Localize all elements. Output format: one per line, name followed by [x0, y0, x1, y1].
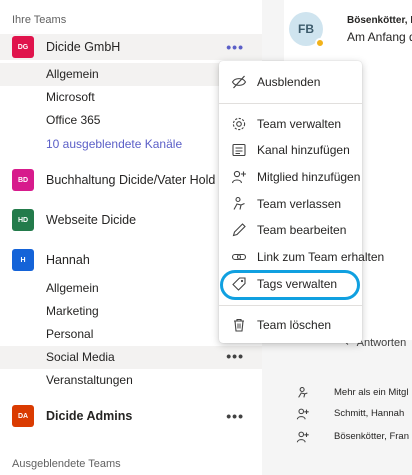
team-name: Buchhaltung Dicide/Vater Holdi... [46, 173, 216, 187]
channel-label: Social Media [46, 350, 115, 364]
pencil-icon [232, 223, 246, 237]
team-dicide-admins[interactable]: DA Dicide Admins ••• [0, 403, 262, 429]
link-icon [231, 253, 247, 261]
reply-label: Antworten [356, 337, 407, 349]
channel-label: Allgemein [46, 67, 99, 81]
team-name: Hannah [46, 253, 90, 267]
activity-item: Schmitt, Hannah [296, 405, 412, 425]
highlight-ring [220, 270, 360, 300]
team-context-menu: Ausblenden Team verwalten Kanal hinzufüg… [219, 61, 384, 343]
more-options-icon[interactable]: ••• [226, 348, 244, 364]
activity-item: Bösenkötter, Fran [296, 428, 412, 448]
menu-divider [219, 103, 362, 104]
menu-item-team-verwalten[interactable]: Team verwalten [219, 112, 362, 136]
eye-off-icon [231, 75, 247, 89]
add-channel-icon [232, 143, 246, 157]
menu-item-label: Link zum Team erhalten [257, 250, 385, 264]
channel-label: Allgemein [46, 281, 99, 295]
activity-text: Schmitt, Hannah [334, 408, 405, 419]
channel-label: Personal [46, 327, 94, 341]
channel-label: Veranstaltungen [46, 373, 133, 387]
more-options-icon[interactable]: ••• [226, 39, 244, 55]
status-badge [315, 38, 325, 48]
channel-label: Office 365 [46, 113, 101, 127]
gear-icon [232, 117, 246, 131]
menu-item-label: Kanal hinzufügen [257, 143, 350, 157]
menu-item-label: Team verwalten [257, 117, 342, 131]
team-name: Dicide GmbH [46, 40, 121, 54]
team-avatar: H [12, 249, 34, 271]
message-sender: Bösenkötter, F [347, 15, 412, 26]
hidden-teams-heading: Ausgeblendete Teams [12, 458, 121, 470]
team-avatar: BD [12, 169, 34, 191]
team-name: Dicide Admins [46, 409, 133, 423]
menu-item-label: Team löschen [257, 318, 332, 332]
menu-divider [219, 305, 362, 306]
add-person-icon [296, 408, 309, 420]
channel-label: Microsoft [46, 90, 95, 104]
leave-icon [233, 196, 245, 210]
menu-item-ausblenden[interactable]: Ausblenden [219, 70, 362, 94]
menu-item-label: Team verlassen [257, 197, 342, 211]
channel-social-media[interactable]: Social Media ••• [0, 346, 262, 369]
message-text: Am Anfang d [347, 30, 412, 44]
more-options-icon[interactable]: ••• [226, 408, 244, 424]
menu-item-link-erhalten[interactable]: Link zum Team erhalten [219, 245, 384, 269]
menu-item-kanal-hinzufuegen[interactable]: Kanal hinzufügen [219, 138, 362, 162]
trash-icon [234, 318, 244, 332]
channel-veranstaltungen[interactable]: Veranstaltungen [0, 369, 262, 392]
menu-item-team-bearbeiten[interactable]: Team bearbeiten [219, 218, 362, 242]
team-avatar: DG [12, 36, 34, 58]
menu-item-mitglied-hinzufuegen[interactable]: Mitglied hinzufügen [219, 165, 362, 189]
activity-item: Mehr als ein Mitgl [296, 384, 412, 404]
team-avatar: DA [12, 405, 34, 427]
menu-item-team-verlassen[interactable]: Team verlassen [219, 192, 362, 216]
menu-item-label: Mitglied hinzufügen [257, 170, 361, 184]
team-name: Webseite Dicide [46, 213, 137, 227]
team-avatar: HD [12, 209, 34, 231]
activity-text: Mehr als ein Mitgl [334, 387, 409, 398]
menu-item-label: Team bearbeiten [257, 223, 347, 237]
teams-window: Ihre Teams DG Dicide GmbH ••• Allgemein … [0, 0, 412, 475]
activity-text: Bösenkötter, Fran [334, 431, 409, 442]
add-person-icon [296, 431, 309, 443]
channel-label: Marketing [46, 304, 99, 318]
your-teams-heading: Ihre Teams [12, 14, 67, 26]
menu-item-team-loeschen[interactable]: Team löschen [219, 313, 362, 337]
person-move-icon [298, 386, 308, 398]
menu-item-label: Ausblenden [257, 75, 321, 89]
hidden-channels-label: 10 ausgeblendete Kanäle [46, 137, 183, 151]
team-dicide-gmbh[interactable]: DG Dicide GmbH ••• [0, 34, 262, 60]
add-person-icon [231, 170, 246, 184]
